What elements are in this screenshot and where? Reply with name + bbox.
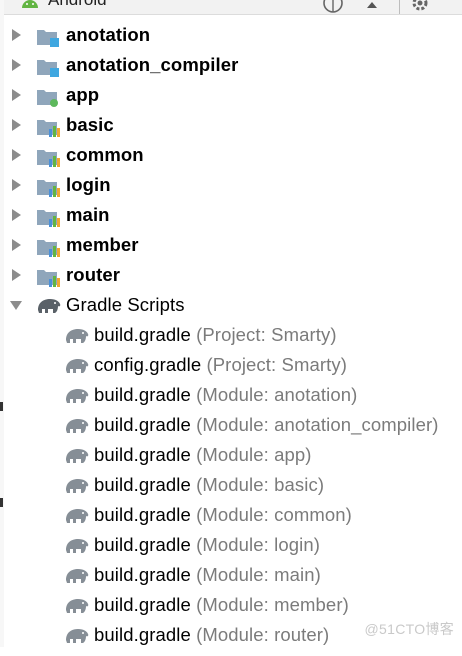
expand-arrow-icon[interactable]: [10, 140, 22, 170]
gradle-file-item[interactable]: build.gradle (Module: basic): [0, 470, 462, 500]
gradle-file-item[interactable]: build.gradle (Module: app): [0, 440, 462, 470]
globe-icon[interactable]: [322, 0, 344, 14]
gradle-file-item[interactable]: build.gradle (Project: Smarty): [0, 320, 462, 350]
collapse-icon[interactable]: [364, 0, 380, 14]
tree-node-anotation_compiler[interactable]: anotation_compiler: [0, 50, 462, 80]
gradle-file-item[interactable]: build.gradle (Module: common): [0, 500, 462, 530]
file-name: build.gradle: [94, 504, 191, 525]
gradle-file-icon: [64, 625, 90, 656]
module-label: basic: [66, 114, 114, 135]
project-tree: anotation anotation_compilerapp basic commo…: [0, 20, 462, 650]
watermark: @51CTO博客: [364, 621, 454, 637]
android-icon: [20, 0, 40, 13]
expand-arrow-icon[interactable]: [10, 110, 22, 140]
module-label: login: [66, 174, 111, 195]
collapse-arrow-icon[interactable]: [10, 290, 22, 320]
module-label: app: [66, 84, 100, 105]
file-scope: (Module: common): [196, 504, 352, 525]
file-scope: (Module: member): [196, 594, 349, 615]
file-scope: (Module: anotation_compiler): [196, 414, 439, 435]
module-label: anotation: [66, 24, 151, 45]
file-name: build.gradle: [94, 594, 191, 615]
file-name: build.gradle: [94, 384, 191, 405]
tree-node-login[interactable]: login: [0, 170, 462, 200]
tree-node-member[interactable]: member: [0, 230, 462, 260]
panel-header: Android: [0, 0, 462, 15]
file-name: build.gradle: [94, 564, 191, 585]
expand-arrow-icon[interactable]: [10, 230, 22, 260]
module-label: router: [66, 264, 121, 285]
file-scope: (Module: app): [196, 444, 312, 465]
expand-arrow-icon[interactable]: [10, 20, 22, 50]
module-label: anotation_compiler: [66, 54, 239, 75]
gradle-file-item[interactable]: build.gradle (Module: member): [0, 590, 462, 620]
expand-arrow-icon[interactable]: [10, 260, 22, 290]
file-scope: (Module: anotation): [196, 384, 358, 405]
tree-node-gradle-scripts[interactable]: Gradle Scripts: [0, 290, 462, 320]
file-name: build.gradle: [94, 414, 191, 435]
gradle-file-item[interactable]: build.gradle (Module: anotation): [0, 380, 462, 410]
file-name: config.gradle: [94, 354, 202, 375]
gradle-file-item[interactable]: build.gradle (Module: main): [0, 560, 462, 590]
file-name: build.gradle: [94, 624, 191, 645]
tree-node-basic[interactable]: basic: [0, 110, 462, 140]
file-scope: (Project: Smarty): [206, 354, 347, 375]
file-scope: (Module: main): [196, 564, 321, 585]
gradle-file-item[interactable]: config.gradle (Project: Smarty): [0, 350, 462, 380]
gradle-file-item[interactable]: build.gradle (Module: anotation_compiler…: [0, 410, 462, 440]
file-scope: (Module: router): [196, 624, 330, 645]
tree-node-main[interactable]: main: [0, 200, 462, 230]
file-name: build.gradle: [94, 534, 191, 555]
expand-arrow-icon[interactable]: [10, 50, 22, 80]
toolbar-divider: [399, 0, 400, 14]
file-scope: (Project: Smarty): [196, 324, 337, 345]
panel-title[interactable]: Android: [48, 0, 107, 10]
file-name: build.gradle: [94, 474, 191, 495]
tree-node-app[interactable]: app: [0, 80, 462, 110]
tree-node-router[interactable]: router: [0, 260, 462, 290]
gear-icon[interactable]: [409, 0, 431, 14]
expand-arrow-icon[interactable]: [10, 170, 22, 200]
gradle-scripts-label: Gradle Scripts: [66, 294, 185, 315]
file-scope: (Module: login): [196, 534, 320, 555]
file-scope: (Module: basic): [196, 474, 325, 495]
module-label: member: [66, 234, 139, 255]
tree-node-anotation[interactable]: anotation: [0, 20, 462, 50]
expand-arrow-icon[interactable]: [10, 80, 22, 110]
expand-arrow-icon[interactable]: [10, 200, 22, 230]
file-name: build.gradle: [94, 444, 191, 465]
tree-node-common[interactable]: common: [0, 140, 462, 170]
module-label: common: [66, 144, 144, 165]
file-name: build.gradle: [94, 324, 191, 345]
gradle-file-item[interactable]: build.gradle (Module: login): [0, 530, 462, 560]
module-label: main: [66, 204, 110, 225]
